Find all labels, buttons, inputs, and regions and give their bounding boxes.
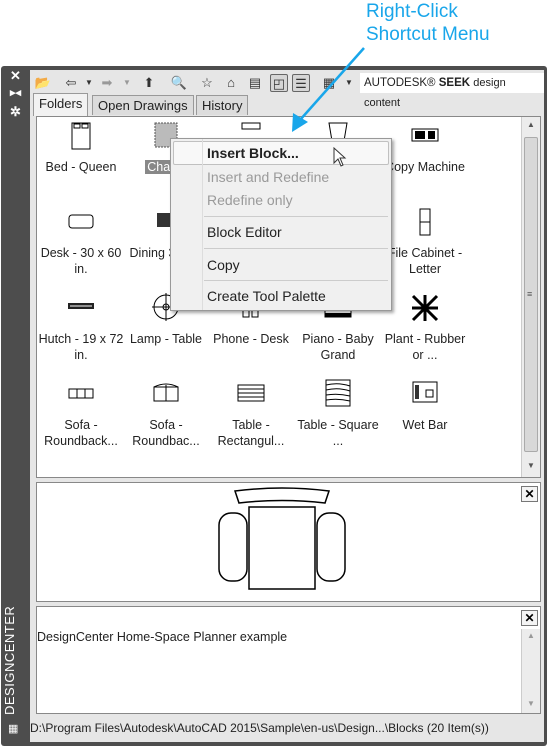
block-label: Table - Square ... [297,418,379,448]
menu-separator [204,248,388,249]
block-thumbnail-icon [411,294,439,322]
block-thumbnail-icon [412,381,438,403]
palette-title: DESIGNCENTER [2,605,17,715]
chair-preview-image [218,487,346,590]
scroll-up-icon[interactable]: ▲ [527,631,535,640]
properties-icon[interactable]: ▦ [8,722,22,738]
block-thumbnail-icon [325,379,351,407]
menu-item-redefine-only[interactable]: Redefine only [207,192,293,208]
menu-item-block-editor[interactable]: Block Editor [207,224,282,240]
block-label: Wet Bar [402,418,448,432]
close-preview-icon[interactable]: ✕ [521,486,538,502]
block-item[interactable]: Table - Square ... [294,379,382,449]
block-label: Hutch - 19 x 72 in. [38,332,124,362]
block-label: File Cabinet - Letter [387,246,463,276]
block-thumbnail-icon [237,384,265,402]
block-label: Lamp - Table [129,332,203,346]
block-label: Phone - Desk [213,332,289,346]
status-bar: D:\Program Files\Autodesk\AutoCAD 2015\S… [30,721,489,735]
block-item[interactable]: File Cabinet - Letter [381,207,469,277]
menu-item-insert-and-redefine[interactable]: Insert and Redefine [207,169,329,185]
close-description-icon[interactable]: ✕ [521,610,538,626]
menu-separator [204,280,388,281]
menu-item-copy[interactable]: Copy [207,257,240,273]
menu-separator [204,216,388,217]
block-item[interactable]: Sofa - Roundbac... [122,379,210,449]
block-item[interactable]: Wet Bar [381,379,469,433]
description-scrollbar[interactable]: ▲ ▼ [521,629,540,713]
block-label: Sofa - Roundbac... [132,418,200,448]
block-thumbnail-icon [68,214,94,229]
menu-item-insert-block[interactable]: Insert Block... [207,145,299,161]
block-label: Plant - Rubber or ... [384,332,466,362]
block-thumbnail-icon [68,303,94,309]
mouse-cursor-icon [333,147,347,167]
block-item[interactable]: Sofa - Roundback... [37,379,125,449]
block-item[interactable]: Hutch - 19 x 72 in. [37,293,125,363]
block-thumbnail-icon [153,383,179,402]
grip-icon: ≡ [527,289,533,299]
description-pane: ✕ DesignCenter Home-Space Planner exampl… [36,606,541,714]
block-label: Table - Rectangul... [217,418,285,448]
block-thumbnail-icon [419,208,431,236]
scroll-down-icon[interactable]: ▼ [527,699,535,708]
block-thumbnail-icon [68,388,94,399]
scroll-down-icon[interactable]: ▼ [527,461,535,470]
description-text: DesignCenter Home-Space Planner example [37,630,288,644]
block-label: Piano - Baby Grand [302,332,374,362]
context-menu: Insert Block... Insert and Redefine Rede… [170,138,392,311]
menu-gutter [202,139,203,310]
block-label: Desk - 30 x 60 in. [40,246,122,276]
menu-item-create-tool-palette[interactable]: Create Tool Palette [207,288,326,304]
block-label: Sofa - Roundback... [44,418,118,448]
block-item[interactable]: Desk - 30 x 60 in. [37,207,125,277]
block-item[interactable]: Table - Rectangul... [207,379,295,449]
preview-pane: ✕ [36,482,541,602]
block-item[interactable]: Plant - Rubber or ... [381,293,469,363]
